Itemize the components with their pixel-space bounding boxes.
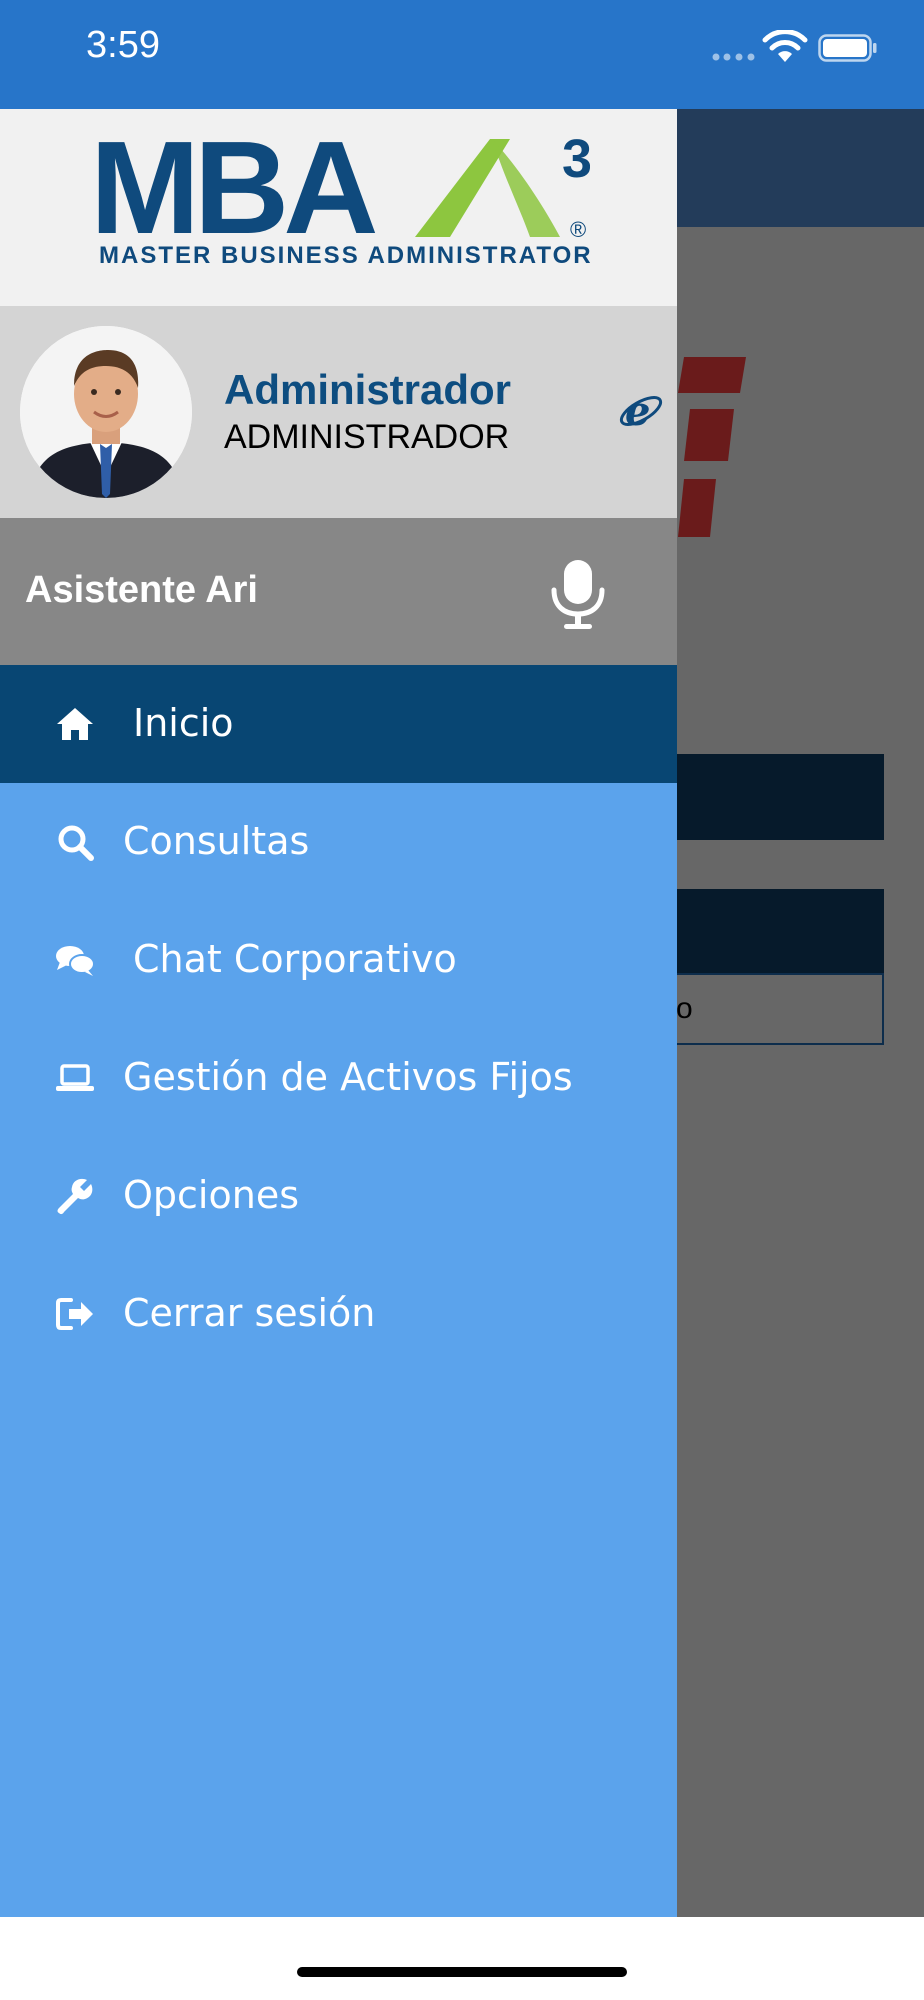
microphone-icon[interactable] (548, 558, 608, 630)
home-icon (57, 708, 93, 740)
profile-role: ADMINISTRADOR (224, 418, 510, 456)
cellular-signal-icon (712, 53, 755, 61)
assistant-label: Asistente Ari (25, 569, 258, 611)
menu-item-inicio[interactable]: Inicio (0, 665, 677, 783)
search-icon (58, 825, 94, 861)
wifi-icon (762, 30, 808, 62)
menu-item-chat-corporativo[interactable]: Chat Corporativo (0, 901, 677, 1019)
svg-text:e: e (625, 388, 650, 434)
menu-item-label: Chat Corporativo (133, 937, 457, 981)
background-input-text: o (676, 992, 693, 1025)
background-bar (676, 754, 884, 840)
status-time: 3:59 (86, 24, 160, 66)
home-indicator[interactable] (297, 1967, 627, 1977)
wrench-icon (57, 1178, 93, 1215)
menu-item-gestion-activos-fijos[interactable]: Gestión de Activos Fijos (0, 1019, 677, 1137)
mba-logo: MBA 3 ® (90, 129, 590, 249)
avatar[interactable] (20, 326, 192, 498)
menu-item-label: Gestión de Activos Fijos (123, 1055, 573, 1099)
logo-area: MBA 3 ® MASTER BUSINESS ADMINISTRATOR (0, 109, 677, 306)
background-bar (676, 889, 884, 973)
status-bar: 3:59 (0, 0, 924, 109)
logo-letters: MBA (90, 129, 375, 249)
logo-subtitle: MASTER BUSINESS ADMINISTRATOR (99, 242, 593, 269)
home-indicator-area (0, 1917, 924, 2000)
menu-item-label: Inicio (133, 701, 234, 745)
sign-out-icon (56, 1298, 93, 1330)
background-logo (678, 357, 746, 537)
menu-list: Inicio Consultas Chat Corporativo Gestió… (0, 665, 677, 1373)
chat-icon (56, 946, 95, 976)
logo-superscript: 3 (562, 129, 590, 189)
menu-item-consultas[interactable]: Consultas (0, 783, 677, 901)
menu-item-label: Cerrar sesión (123, 1291, 376, 1335)
battery-icon (818, 34, 877, 62)
screen: 3:59 o MBA 3 ® MASTER BUSINESS ADMINISTR… (0, 0, 924, 2000)
logo-registered: ® (570, 217, 586, 242)
menu-item-label: Opciones (123, 1173, 299, 1217)
internet-explorer-icon[interactable]: e (618, 388, 664, 434)
menu-item-opciones[interactable]: Opciones (0, 1137, 677, 1255)
user-profile[interactable]: Administrador ADMINISTRADOR e (0, 306, 677, 518)
menu-item-label: Consultas (123, 819, 310, 863)
profile-name: Administrador (224, 366, 512, 413)
menu-item-cerrar-sesion[interactable]: Cerrar sesión (0, 1255, 677, 1373)
assistant-bar: Asistente Ari (0, 518, 677, 665)
laptop-icon (56, 1064, 94, 1091)
background-input (676, 973, 884, 1045)
navigation-drawer: MBA 3 ® MASTER BUSINESS ADMINISTRATOR Ad… (0, 109, 677, 1917)
